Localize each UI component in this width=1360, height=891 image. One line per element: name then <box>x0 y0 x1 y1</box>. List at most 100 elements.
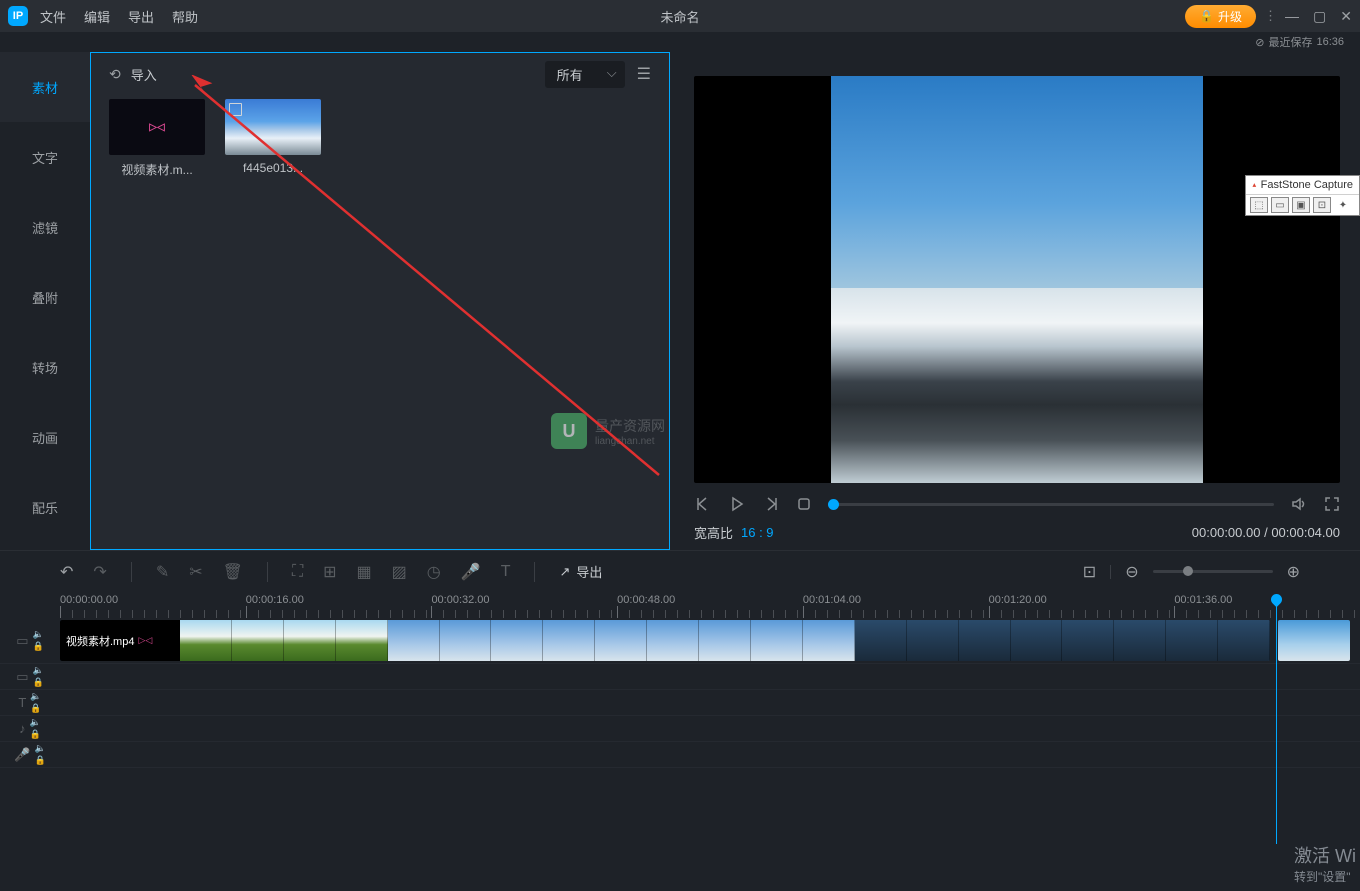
faststone-logo-icon <box>1252 181 1257 189</box>
refresh-icon[interactable]: ⟲ <box>109 66 121 83</box>
media-item-label: f445e013... <box>225 161 321 175</box>
media-thumbnail: ▷◁ <box>109 99 205 155</box>
upgrade-label: 升级 <box>1218 8 1242 25</box>
preview-panel: 宽高比 16 : 9 00:00:00.00 / 00:00:04.00 <box>670 52 1360 550</box>
voice-track[interactable]: 🎤 🔈🔒 <box>0 742 1360 768</box>
lock-icon[interactable]: 🔒 <box>30 729 41 740</box>
ruler-tick: 00:00:00.00 <box>60 594 118 606</box>
maximize-button[interactable]: ▢ <box>1313 8 1326 25</box>
mute-icon[interactable]: 🔈 <box>30 717 41 728</box>
zoom-in-icon[interactable]: ⊕ <box>1287 562 1300 582</box>
more-icon[interactable]: ⋮ <box>1264 8 1277 24</box>
cut-tool[interactable]: ✂ <box>189 562 202 582</box>
document-title: 未命名 <box>660 7 699 26</box>
video-clip[interactable]: 视频素材.mp4▷◁ <box>60 620 1270 661</box>
media-thumbnail <box>225 99 321 155</box>
prev-frame-button[interactable] <box>694 495 712 513</box>
watermark-subtext: liangchan.net <box>595 436 665 447</box>
fs-capture-rect-icon[interactable]: ⊡ <box>1313 197 1331 213</box>
export-icon: ↗ <box>559 564 570 580</box>
menu-export[interactable]: 导出 <box>128 7 154 26</box>
media-item[interactable]: ▷◁ 视频素材.m... <box>109 99 205 178</box>
volume-icon[interactable] <box>1290 495 1308 513</box>
zoom-out-icon[interactable]: ⊖ <box>1125 562 1138 582</box>
watermark-text: 量产资源网 <box>595 416 665 436</box>
text-track-icon: T <box>18 695 26 710</box>
sidebar-tab-transition[interactable]: 转场 <box>0 332 90 402</box>
fit-icon[interactable]: ⊡ <box>1083 562 1096 582</box>
menu-file[interactable]: 文件 <box>40 7 66 26</box>
playhead[interactable] <box>1276 594 1277 844</box>
windows-activation-watermark: 激活 Wi 转到"设置" <box>1294 842 1356 885</box>
lock-icon[interactable]: 🔒 <box>34 755 45 766</box>
close-button[interactable]: ✕ <box>1340 8 1352 25</box>
list-view-icon[interactable]: ☰ <box>637 64 651 84</box>
mute-icon[interactable]: 🔈 <box>33 665 44 676</box>
faststone-toolbar[interactable]: FastStone Capture ⬚ ▭ ▣ ⊡ ✦ <box>1245 175 1360 216</box>
aspect-value[interactable]: 16 : 9 <box>741 525 774 540</box>
mute-icon[interactable]: 🔈 <box>30 691 41 702</box>
voice-track-icon: 🎤 <box>14 747 30 763</box>
media-item[interactable]: f445e013... <box>225 99 321 178</box>
media-panel: ⟲ 导入 所有 ☰ ▷◁ 视频素材.m... f445e013... U <box>90 52 670 550</box>
zoom-thumb[interactable] <box>1183 566 1193 576</box>
stop-button[interactable] <box>796 496 812 512</box>
edit-tool[interactable]: ✎ <box>156 562 169 582</box>
fs-capture-window-icon[interactable]: ▭ <box>1271 197 1289 213</box>
play-button[interactable] <box>728 495 746 513</box>
sidebar-tab-filter[interactable]: 滤镜 <box>0 192 90 262</box>
menu-edit[interactable]: 编辑 <box>84 7 110 26</box>
time-total: 00:00:04.00 <box>1271 525 1340 540</box>
watermark: U 量产资源网 liangchan.net <box>551 413 665 449</box>
timeline-ruler[interactable]: 00:00:00.00 00:00:16.00 00:00:32.00 00:0… <box>0 592 1360 618</box>
image-clip[interactable] <box>1278 620 1350 661</box>
audio-track[interactable]: ♪🔈🔒 <box>0 716 1360 742</box>
export-button[interactable]: ↗ 导出 <box>559 562 602 581</box>
mosaic-tool[interactable]: ▨ <box>392 562 407 582</box>
fs-capture-full-icon[interactable]: ▣ <box>1292 197 1310 213</box>
undo-button[interactable]: ↶ <box>60 562 73 582</box>
import-button[interactable]: 导入 <box>131 65 157 84</box>
crop-tool[interactable]: ⛶ <box>292 563 303 581</box>
upgrade-button[interactable]: 🔒 升级 <box>1185 5 1256 28</box>
fs-capture-active-icon[interactable]: ⬚ <box>1250 197 1268 213</box>
sidebar-tab-music[interactable]: 配乐 <box>0 472 90 542</box>
sidebar-tab-overlay[interactable]: 叠附 <box>0 262 90 332</box>
delete-tool[interactable]: 🗑 <box>223 562 243 582</box>
mute-icon[interactable]: 🔈 <box>34 743 45 754</box>
speed-tool[interactable]: ◷ <box>427 562 441 582</box>
mute-icon[interactable]: 🔈 <box>33 629 44 640</box>
aspect-label: 宽高比 <box>694 523 733 542</box>
preview-viewport[interactable] <box>694 76 1340 483</box>
lock-icon[interactable]: 🔒 <box>33 677 44 688</box>
sidebar-tab-text[interactable]: 文字 <box>0 122 90 192</box>
text-track[interactable]: T 🔈🔒 <box>0 690 1360 716</box>
media-grid: ▷◁ 视频素材.m... f445e013... <box>91 95 669 182</box>
sidebar-tab-media[interactable]: 素材 <box>0 52 90 122</box>
watermark-logo: U <box>551 413 587 449</box>
filter-dropdown[interactable]: 所有 <box>545 61 625 88</box>
video-track[interactable]: ▭🔈🔒 视频素材.mp4▷◁ <box>0 618 1360 664</box>
fullscreen-icon[interactable] <box>1324 496 1340 512</box>
grid-tool[interactable]: ▦ <box>357 562 372 582</box>
lock-icon: 🔒 <box>1199 9 1214 23</box>
playback-progress[interactable] <box>828 503 1274 506</box>
ruler-tick: 00:00:16.00 <box>246 594 304 606</box>
text-tool[interactable]: T <box>501 563 511 581</box>
menu-bar: 文件 编辑 导出 帮助 <box>40 7 198 26</box>
menu-help[interactable]: 帮助 <box>172 7 198 26</box>
add-badge-icon <box>229 103 242 116</box>
activate-line1: 激活 Wi <box>1294 842 1356 868</box>
lock-icon[interactable]: 🔒 <box>30 703 41 714</box>
sidebar-tab-animation[interactable]: 动画 <box>0 402 90 472</box>
split-tool[interactable]: ⊞ <box>323 562 336 582</box>
progress-thumb[interactable] <box>828 499 839 510</box>
pip-track[interactable]: ▭🔈🔒 <box>0 664 1360 690</box>
fs-capture-freehand-icon[interactable]: ✦ <box>1334 197 1352 213</box>
lock-icon[interactable]: 🔒 <box>33 641 44 652</box>
next-frame-button[interactable] <box>762 495 780 513</box>
voice-tool[interactable]: 🎤 <box>461 562 481 582</box>
minimize-button[interactable]: — <box>1285 8 1299 24</box>
redo-button[interactable]: ↷ <box>93 562 106 582</box>
zoom-slider[interactable] <box>1153 570 1273 573</box>
